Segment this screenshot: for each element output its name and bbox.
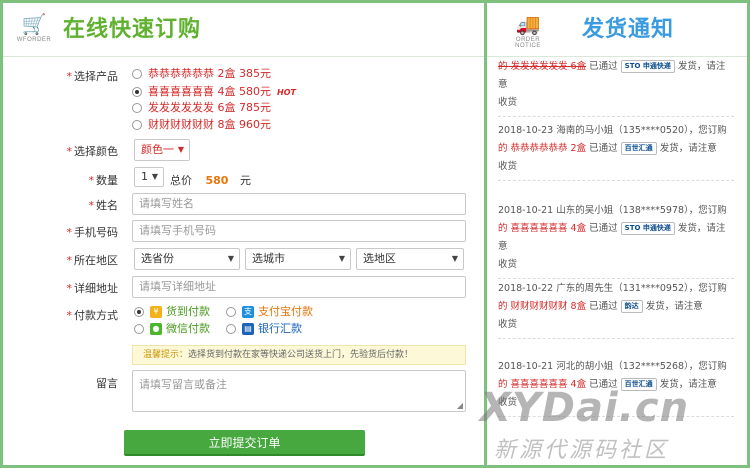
radio-button[interactable] bbox=[132, 120, 142, 130]
notice-item: 的 发发发发发发 6盒 已通过 STO 申通快递 发货，请注意 收货 bbox=[498, 58, 734, 117]
color-select[interactable]: 颜色一 ▼ bbox=[134, 139, 190, 161]
wechat-icon: ● bbox=[150, 323, 162, 335]
radio-button[interactable] bbox=[132, 69, 142, 79]
product-label: * 选择产品 bbox=[66, 70, 119, 83]
submit-order-button[interactable]: 立即提交订单 bbox=[124, 430, 365, 456]
delivery-truck-icon: 🚚 ORDER NOTICE bbox=[515, 12, 541, 49]
radio-button[interactable] bbox=[226, 324, 236, 334]
chevron-down-icon: ▼ bbox=[227, 254, 234, 263]
product-option[interactable]: 发发发发发发 6盒 785元 bbox=[132, 100, 271, 116]
notice-title: 发货通知 bbox=[582, 17, 675, 42]
payment-alipay-option[interactable]: 支支付宝付款 bbox=[226, 304, 313, 320]
courier-logo-icon: STO 申通快递 bbox=[620, 60, 675, 73]
courier-logo-icon: 百世汇通 bbox=[620, 142, 657, 155]
radio-button[interactable] bbox=[226, 307, 236, 317]
payment-label: * 付款方式 bbox=[66, 309, 119, 322]
chevron-down-icon: ▼ bbox=[177, 145, 184, 154]
payment-wechat-option[interactable]: ● 微信付款 bbox=[134, 321, 210, 337]
chevron-down-icon: ▼ bbox=[151, 172, 158, 181]
notice-item: 2018-10-22 广东的周先生（131****0952），您订购 的 财财财… bbox=[498, 280, 734, 339]
phone-input[interactable]: 请填写手机号码 bbox=[132, 220, 466, 242]
radio-button[interactable] bbox=[134, 324, 144, 334]
hot-badge-icon: HOT bbox=[277, 88, 296, 97]
radio-button[interactable] bbox=[134, 307, 144, 317]
product-option[interactable]: 财财财财财财 8盒 960元 bbox=[132, 117, 271, 133]
product-option[interactable]: 喜喜喜喜喜喜 4盒 580元 HOT bbox=[132, 84, 296, 100]
notice-item: 2018-10-21 山东的吴小姐（138****5978），您订购 的 喜喜喜… bbox=[498, 202, 734, 279]
total-price: 总价 580 元 bbox=[170, 174, 251, 187]
quantity-select[interactable]: 1 ▼ bbox=[134, 167, 164, 187]
product-option[interactable]: 恭恭恭恭恭恭 2盒 385元 bbox=[132, 66, 271, 82]
cash-icon: ¥ bbox=[150, 306, 162, 318]
warm-tip: 温馨提示：选择货到付款在家等快递公司送货上门，先验货后付款！ bbox=[132, 345, 466, 365]
total-value: 580 bbox=[205, 174, 229, 187]
alipay-icon: 支 bbox=[242, 306, 254, 318]
city-select[interactable]: 选城市 ▼ bbox=[245, 248, 351, 270]
address-label: * 详细地址 bbox=[66, 282, 119, 295]
district-select[interactable]: 选地区 ▼ bbox=[356, 248, 464, 270]
order-header: 🛒 WFORDER 在线快速订购 bbox=[3, 3, 484, 57]
resize-grip-icon[interactable]: ◢ bbox=[457, 401, 463, 410]
bank-card-icon: ▤ bbox=[242, 323, 254, 335]
courier-logo-icon: STO 申通快递 bbox=[620, 222, 675, 235]
province-select[interactable]: 选省份 ▼ bbox=[134, 248, 240, 270]
region-label: * 所在地区 bbox=[66, 254, 119, 267]
courier-logo-icon: 韵达 bbox=[620, 300, 643, 313]
message-label: 留言 bbox=[96, 377, 118, 390]
shopping-cart-icon: 🛒 WFORDER bbox=[16, 12, 52, 43]
radio-button[interactable] bbox=[132, 87, 142, 97]
message-textarea[interactable]: 请填写留言或备注 ◢ bbox=[132, 370, 466, 412]
chevron-down-icon: ▼ bbox=[451, 254, 458, 263]
payment-bank-option[interactable]: ▤ 银行汇款 bbox=[226, 321, 302, 337]
watermark: XYDai.cn bbox=[480, 385, 690, 431]
watermark-sub: 新源代源码社区 bbox=[494, 438, 670, 463]
phone-label: * 手机号码 bbox=[66, 226, 119, 239]
name-label: * 姓名 bbox=[88, 199, 119, 212]
address-input[interactable]: 请填写详细地址 bbox=[132, 276, 466, 298]
radio-button[interactable] bbox=[132, 103, 142, 113]
color-label: * 选择颜色 bbox=[66, 145, 119, 158]
order-title: 在线快速订购 bbox=[63, 17, 202, 42]
notice-item: 2018-10-23 海南的马小姐（135****0520），您订购 的 恭恭恭… bbox=[498, 122, 734, 181]
quantity-label: * 数量 bbox=[88, 174, 119, 187]
chevron-down-icon: ▼ bbox=[338, 254, 345, 263]
name-input[interactable]: 请填写姓名 bbox=[132, 193, 466, 215]
notice-header: 🚚 ORDER NOTICE 发货通知 bbox=[487, 3, 747, 57]
payment-cod-option[interactable]: ¥ 货到付款 bbox=[134, 304, 210, 320]
